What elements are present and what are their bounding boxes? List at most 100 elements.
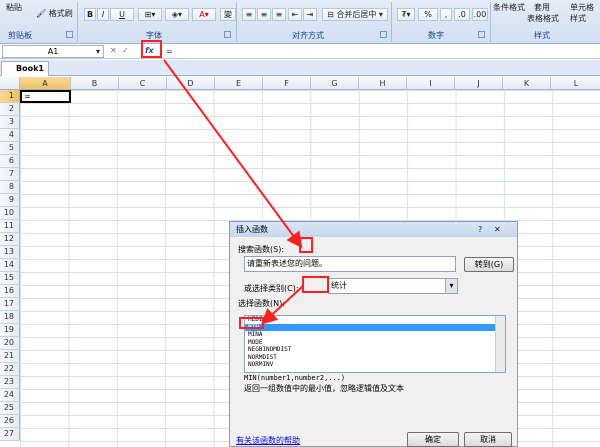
alignment-launcher-icon[interactable] — [380, 31, 387, 38]
currency-button[interactable]: ₮▾ — [397, 8, 415, 21]
number-launcher-icon[interactable] — [478, 31, 485, 38]
workbook-tab[interactable]: Book1 — [1, 61, 49, 76]
paste-button[interactable]: 粘贴 — [6, 2, 22, 13]
column-header-h[interactable]: H — [359, 77, 407, 90]
row-header-12[interactable]: 12 — [0, 233, 20, 246]
cancel-formula-icon[interactable]: ✕ — [110, 46, 117, 55]
font-color-button[interactable]: A▾ — [192, 8, 216, 21]
row-header-27[interactable]: 27 — [0, 428, 20, 441]
row-header-2[interactable]: 2 — [0, 103, 20, 116]
column-header-a[interactable]: A — [20, 77, 71, 90]
column-header-e[interactable]: E — [215, 77, 263, 90]
list-item[interactable]: MEDIAN — [245, 316, 505, 324]
row-header-3[interactable]: 3 — [0, 116, 20, 129]
row-header-23[interactable]: 23 — [0, 376, 20, 389]
function-signature: MIN(number1,number2,...) — [244, 374, 346, 382]
row-header-8[interactable]: 8 — [0, 181, 20, 194]
row-header-18[interactable]: 18 — [0, 311, 20, 324]
fill-color-button[interactable]: ◈▾ — [165, 8, 189, 21]
name-box-dropdown-icon[interactable]: ▾ — [96, 47, 100, 56]
formula-input[interactable]: = — [166, 47, 173, 56]
ok-button[interactable]: 确定 — [407, 432, 459, 447]
workbook-tab-row: Book1 — [0, 60, 600, 76]
column-header-j[interactable]: J — [455, 77, 503, 90]
align-right-button[interactable]: ≡ — [272, 8, 286, 21]
row-header-24[interactable]: 24 — [0, 389, 20, 402]
list-item[interactable]: MODE — [245, 339, 505, 347]
ribbon: 粘贴 🖌 格式刷 剪贴板 B I U ⊞▾ ◈▾ A▾ 變 字体 ≡ ≡ ≡ ⇤… — [0, 0, 600, 44]
list-item[interactable]: MINA — [245, 331, 505, 339]
select-all-corner[interactable] — [0, 77, 20, 90]
cancel-button[interactable]: 取消 — [464, 432, 512, 447]
column-header-i[interactable]: I — [407, 77, 455, 90]
row-header-25[interactable]: 25 — [0, 402, 20, 415]
table-format-button[interactable]: 套用 — [534, 2, 550, 13]
comma-button[interactable]: , — [440, 8, 452, 21]
column-header-f[interactable]: F — [263, 77, 311, 90]
row-header-21[interactable]: 21 — [0, 350, 20, 363]
alignment-group-label: 对齐方式 — [292, 31, 324, 40]
column-header-l[interactable]: L — [551, 77, 600, 90]
cell-style-button[interactable]: 单元格 — [570, 2, 594, 13]
row-header-16[interactable]: 16 — [0, 285, 20, 298]
category-highlight-box — [302, 276, 329, 293]
decrease-decimal-button[interactable]: .00 — [472, 8, 488, 21]
row-header-9[interactable]: 9 — [0, 194, 20, 207]
merge-center-button[interactable]: ⊟ 合并后居中 ▾ — [322, 8, 388, 21]
row-header-6[interactable]: 6 — [0, 155, 20, 168]
row-header-17[interactable]: 17 — [0, 298, 20, 311]
italic-button[interactable]: I — [97, 8, 109, 21]
list-scrollbar[interactable] — [495, 316, 505, 372]
bold-button[interactable]: B — [84, 8, 96, 21]
category-select[interactable]: 统计 ▾ — [328, 278, 458, 294]
row-header-15[interactable]: 15 — [0, 272, 20, 285]
align-center-button[interactable]: ≡ — [257, 8, 271, 21]
column-header-b[interactable]: B — [71, 77, 119, 90]
indent-decrease-button[interactable]: ⇤ — [288, 8, 302, 21]
row-header-4[interactable]: 4 — [0, 129, 20, 142]
conditional-format-button[interactable]: 条件格式 — [493, 2, 525, 13]
row-header-11[interactable]: 11 — [0, 220, 20, 233]
row-header-10[interactable]: 10 — [0, 207, 20, 220]
row-header-1[interactable]: 1 — [0, 90, 20, 103]
column-header-c[interactable]: C — [119, 77, 167, 90]
active-cell-a1[interactable]: = — [20, 90, 71, 103]
phonetic-button[interactable]: 變 — [220, 8, 236, 21]
list-item[interactable]: NORMDIST — [245, 354, 505, 362]
border-button[interactable]: ⊞▾ — [138, 8, 162, 21]
function-list[interactable]: MEDIAN MIN MINA MODE NEGBINOMDIST NORMDI… — [244, 315, 506, 373]
close-icon[interactable]: ✕ — [494, 225, 501, 234]
function-description: 返回一组数值中的最小值，忽略逻辑值及文本 — [244, 384, 404, 393]
go-button[interactable]: 转到(G) — [464, 257, 514, 272]
row-header-19[interactable]: 19 — [0, 324, 20, 337]
row-header-14[interactable]: 14 — [0, 259, 20, 272]
column-header-d[interactable]: D — [167, 77, 215, 90]
percent-button[interactable]: % — [418, 8, 438, 21]
align-left-button[interactable]: ≡ — [242, 8, 256, 21]
list-item[interactable]: NORMINV — [245, 361, 505, 369]
format-painter-button[interactable]: 🖌 格式刷 — [36, 8, 73, 19]
row-header-5[interactable]: 5 — [0, 142, 20, 155]
min-highlight-box — [239, 317, 264, 329]
increase-decimal-button[interactable]: .0 — [454, 8, 470, 21]
underline-button[interactable]: U — [110, 8, 134, 21]
row-header-13[interactable]: 13 — [0, 246, 20, 259]
search-label: 搜索函数(S): — [238, 245, 285, 254]
row-header-7[interactable]: 7 — [0, 168, 20, 181]
list-item-selected[interactable]: MIN — [245, 323, 505, 331]
search-input[interactable]: 请重新表述您的问题。 — [244, 256, 456, 272]
chevron-down-icon[interactable]: ▾ — [445, 279, 457, 293]
row-header-22[interactable]: 22 — [0, 363, 20, 376]
help-link[interactable]: 有关该函数的帮助 — [236, 435, 300, 446]
help-icon[interactable]: ? — [478, 225, 482, 234]
clipboard-launcher-icon[interactable] — [66, 31, 73, 38]
column-header-k[interactable]: K — [503, 77, 551, 90]
list-item[interactable]: NEGBINOMDIST — [245, 346, 505, 354]
name-box[interactable]: A1 — [2, 45, 104, 58]
row-header-26[interactable]: 26 — [0, 415, 20, 428]
row-header-20[interactable]: 20 — [0, 337, 20, 350]
font-launcher-icon[interactable] — [224, 31, 231, 38]
indent-increase-button[interactable]: ⇥ — [303, 8, 317, 21]
column-header-g[interactable]: G — [311, 77, 359, 90]
enter-formula-icon[interactable]: ✓ — [122, 46, 129, 55]
